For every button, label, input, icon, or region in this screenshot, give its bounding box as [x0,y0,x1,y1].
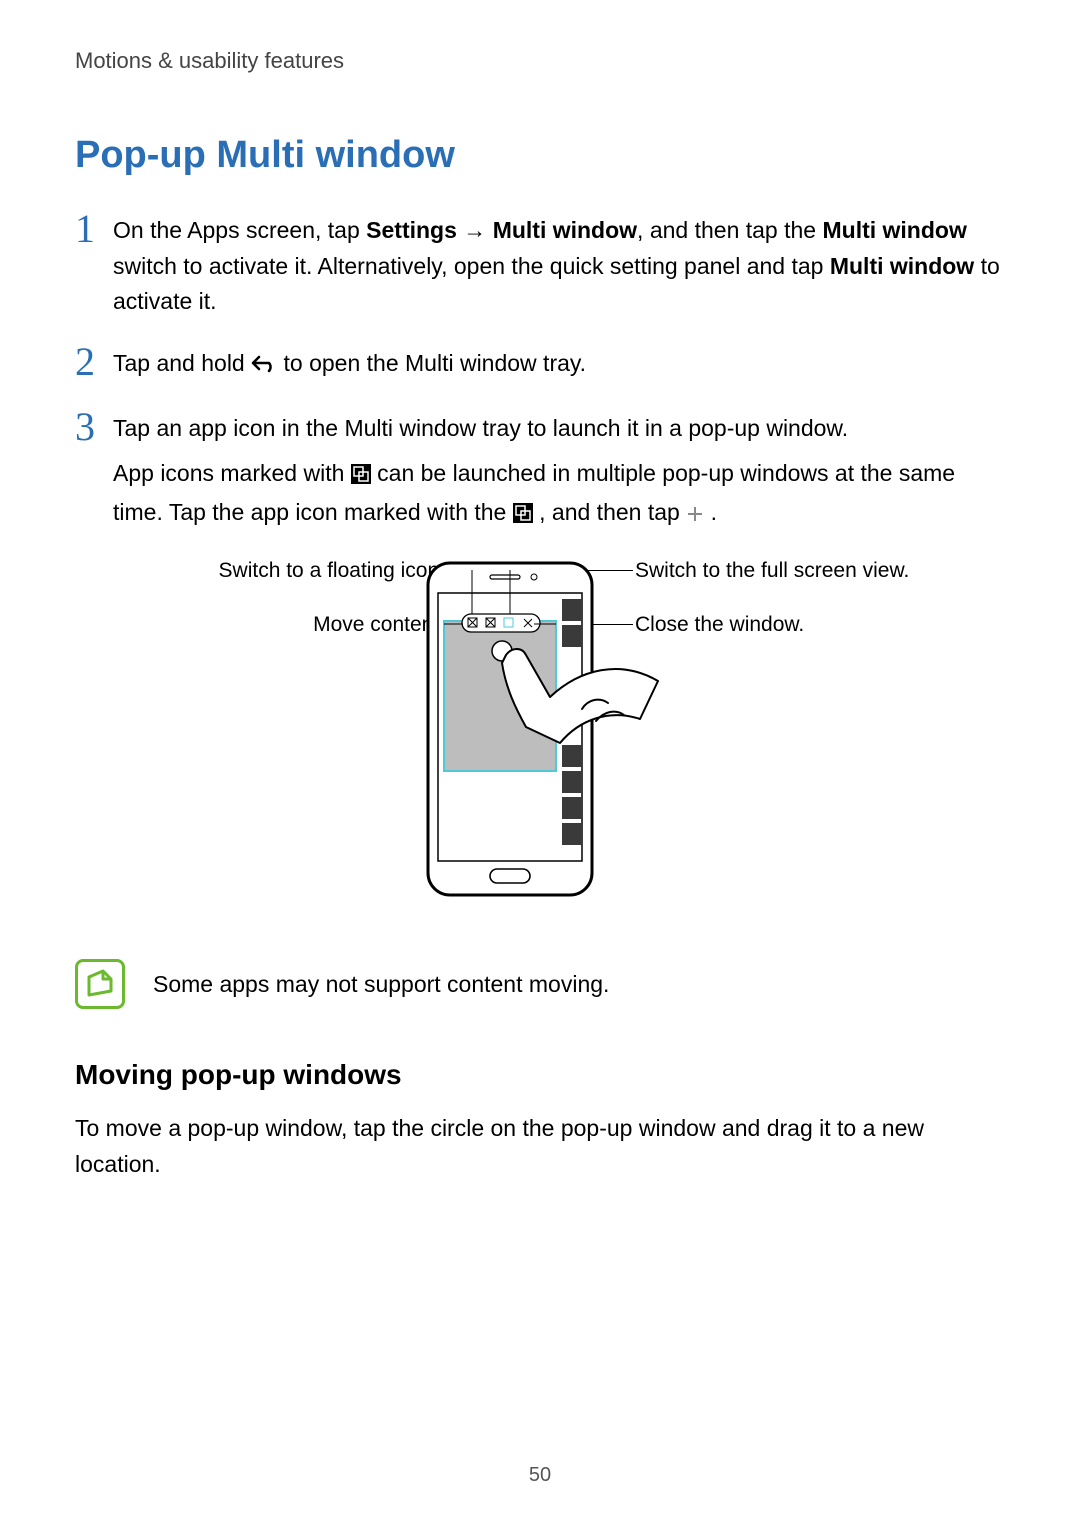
step-body: On the Apps screen, tap Settings → Multi… [113,213,1005,320]
text: , and then tap [539,499,686,525]
step-number: 2 [75,342,113,382]
text: Tap and hold [113,350,251,376]
back-icon [251,349,277,385]
plus-icon [686,498,704,534]
section-title: Pop-up Multi window [75,134,1005,177]
note-text: Some apps may not support content moving… [153,971,609,998]
step-body: Tap and hold to open the Multi window tr… [113,346,586,385]
text: App icons marked with [113,460,351,486]
page-number: 50 [0,1464,1080,1487]
subsection-title: Moving pop-up windows [75,1059,1005,1091]
step-number: 1 [75,209,113,249]
multi-launch-icon [351,459,371,495]
note: Some apps may not support content moving… [75,959,1005,1009]
text: Tap an app icon in the Multi window tray… [113,411,1005,447]
phone-illustration [410,559,670,899]
step-1: 1 On the Apps screen, tap Settings → Mul… [75,213,1005,320]
steps-list: 1 On the Apps screen, tap Settings → Mul… [75,213,1005,533]
step-2: 2 Tap and hold to open the Multi window … [75,346,1005,385]
text: . [711,499,717,525]
callout-fullscreen: Switch to the full screen view. [635,559,909,583]
breadcrumb: Motions & usability features [75,48,1005,74]
body-text: To move a pop-up window, tap the circle … [75,1111,1005,1182]
diagram: Switch to a floating icon. Switch to the… [75,559,1005,919]
step-3: 3 Tap an app icon in the Multi window tr… [75,411,1005,534]
step-number: 3 [75,407,113,447]
multi-launch-icon [513,498,533,534]
text: to open the Multi window tray. [284,350,587,376]
step-body: Tap an app icon in the Multi window tray… [113,411,1005,534]
note-icon [75,959,125,1009]
